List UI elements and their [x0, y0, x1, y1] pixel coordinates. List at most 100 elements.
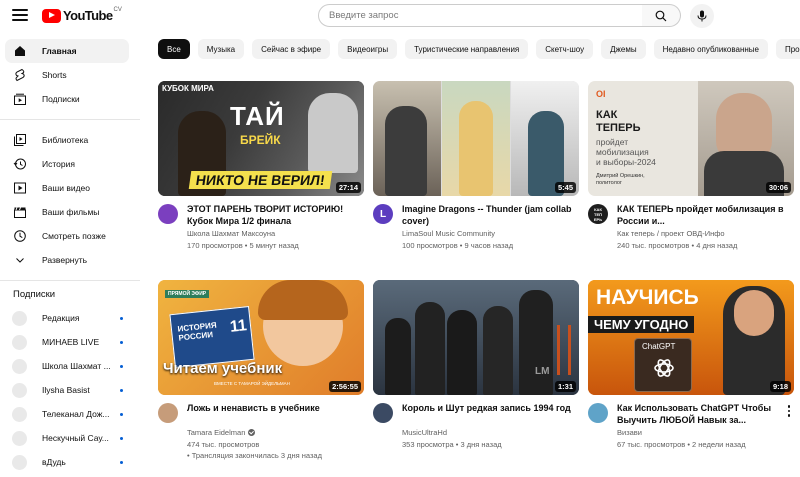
- video-title[interactable]: КАК ТЕПЕРЬ пройдет мобилизация в России …: [617, 203, 787, 227]
- youtube-play-icon: [42, 8, 61, 23]
- sidebar-item-shorts[interactable]: Shorts: [5, 63, 129, 87]
- new-content-dot: [120, 460, 123, 464]
- sidebar-item-label: Развернуть: [42, 255, 88, 265]
- sidebar-item-subscriptions[interactable]: Подписки: [5, 87, 129, 111]
- search-input[interactable]: [329, 10, 642, 21]
- channel-name-row[interactable]: Tamara Eidelman: [187, 428, 256, 437]
- channel-avatar[interactable]: [158, 204, 178, 224]
- video-info: Как Использовать ChatGPT Чтобы Выучить Л…: [588, 403, 794, 463]
- video-title[interactable]: Король и Шут редкая запись 1994 год: [402, 402, 572, 426]
- subscription-label: Школа Шахмат ...: [42, 361, 111, 371]
- new-content-dot: [120, 436, 123, 440]
- video-thumbnail[interactable]: КУБОК МИРА ТАЙ БРЕЙК НИКТО НЕ ВЕРИЛ! 27:…: [158, 81, 364, 196]
- chatgpt-label: ChatGPT: [642, 342, 676, 351]
- sidebar-item-watch-later[interactable]: Смотреть позже: [5, 224, 129, 248]
- thumbnail-line-1: КАК: [596, 109, 618, 121]
- chip-truncated[interactable]: Прос: [775, 39, 800, 59]
- textbook-number: 11: [229, 317, 248, 336]
- thumbnail-headline: Читаем учебник: [163, 360, 283, 377]
- more-options-icon[interactable]: [784, 403, 794, 419]
- thumbnail-watermark: LM: [535, 366, 550, 377]
- channel-avatar: [12, 358, 27, 374]
- subscription-label: Редакция: [42, 313, 80, 323]
- channel-name: Tamara Eidelman: [187, 428, 246, 437]
- logo-text: YouTube: [63, 8, 113, 23]
- video-meta: 474 тыс. просмотров: [187, 440, 260, 449]
- thumbnail-headline: НАУЧИСЬ: [596, 286, 699, 309]
- thumbnail-line-4: мобилизация: [596, 147, 649, 157]
- chip-music[interactable]: Музыка: [197, 39, 245, 59]
- hamburger-menu-icon[interactable]: [12, 9, 28, 23]
- channel-avatar: [12, 430, 27, 446]
- video-thumbnail[interactable]: OI КАК ТЕПЕРЬ пройдет мобилизация и выбо…: [588, 81, 794, 196]
- chip-travel[interactable]: Туристические направления: [405, 39, 529, 59]
- subscription-item[interactable]: Школа Шахмат ...: [5, 354, 129, 378]
- new-content-dot: [120, 412, 123, 416]
- top-bar: YouTube CV: [0, 0, 800, 32]
- sidebar-item-your-videos[interactable]: Ваши видео: [5, 176, 129, 200]
- channel-avatar: [12, 310, 27, 326]
- search-icon: [655, 10, 667, 21]
- host-hair: [258, 280, 348, 320]
- channel-name[interactable]: Школа Шахмат Максоуна: [187, 229, 275, 238]
- subscription-item[interactable]: Ilysha Basist: [5, 378, 129, 402]
- band-member-2: [415, 302, 445, 395]
- channel-avatar[interactable]: [158, 403, 178, 423]
- chip-all[interactable]: Все: [158, 39, 190, 59]
- shorts-icon: [13, 68, 27, 82]
- thumbnail-caption-top: КУБОК МИРА: [162, 84, 214, 93]
- channel-name[interactable]: LimaSoul Music Community: [402, 229, 495, 238]
- channel-name[interactable]: MusicUltraHd: [402, 428, 447, 437]
- video-thumbnail[interactable]: LM 1:31: [373, 280, 579, 395]
- subscription-item[interactable]: Нескучный Сау...: [5, 426, 129, 450]
- home-icon: [13, 44, 27, 58]
- chip-video-games[interactable]: Видеоигры: [338, 39, 398, 59]
- subscription-item[interactable]: Редакция: [5, 306, 129, 330]
- subscription-item[interactable]: вДудь: [5, 450, 129, 474]
- chip-jams[interactable]: Джемы: [601, 39, 646, 59]
- thumbnail-subheadline: БРЕЙК: [240, 133, 281, 147]
- channel-avatar: [12, 334, 27, 350]
- thumbnail-headline: ТАЙ: [230, 101, 285, 131]
- chip-sketch-comedy[interactable]: Скетч-шоу: [536, 39, 594, 59]
- logo-country-code: CV: [113, 6, 122, 13]
- sidebar-item-show-more[interactable]: Развернуть: [5, 248, 129, 272]
- video-thumbnail[interactable]: НАУЧИСЬ ЧЕМУ УГОДНО ChatGPT 9:18: [588, 280, 794, 395]
- video-title[interactable]: Imagine Dragons -- Thunder (jam collab c…: [402, 203, 572, 227]
- voice-search-button[interactable]: [690, 4, 714, 28]
- thumbnail-subcaption: ВМЕСТЕ С ТАМАРОЙ ЭЙДЕЛЬМАН: [214, 381, 290, 386]
- subscription-item[interactable]: МИНАЕВ LIVE: [5, 330, 129, 354]
- channel-avatar[interactable]: [373, 403, 393, 423]
- channel-avatar[interactable]: L: [373, 204, 393, 224]
- video-duration: 30:06: [765, 182, 791, 193]
- youtube-logo[interactable]: YouTube CV: [42, 6, 122, 23]
- channel-name[interactable]: Как теперь / проект ОВД-Инфо: [617, 229, 725, 238]
- video-title[interactable]: Как Использовать ChatGPT Чтобы Выучить Л…: [617, 402, 787, 426]
- subscription-item[interactable]: Телеканал Дож...: [5, 402, 129, 426]
- video-title[interactable]: ЭТОТ ПАРЕНЬ ТВОРИТ ИСТОРИЮ! Кубок Мира 1…: [187, 203, 357, 227]
- subscription-label: вДудь: [42, 457, 66, 467]
- sidebar-item-history[interactable]: История: [5, 152, 129, 176]
- band-member-1: [385, 318, 411, 395]
- video-duration: 2:56:55: [329, 381, 361, 392]
- sidebar-item-library[interactable]: Библиотека: [5, 128, 129, 152]
- sidebar-item-label: Смотреть позже: [42, 231, 106, 241]
- channel-avatar[interactable]: КАК ТЕП ЕРЬ: [588, 204, 608, 224]
- thumbnail-caption: Дмитрий Орешкин, политолог: [596, 173, 645, 186]
- band-member-4: [483, 306, 513, 395]
- video-thumbnail[interactable]: ПРЯМОЙ ЭФИР ИСТОРИЯ РОССИИ 11 Читаем уче…: [158, 280, 364, 395]
- video-duration: 1:31: [554, 381, 576, 392]
- search-button[interactable]: [642, 4, 681, 27]
- video-title[interactable]: Ложь и ненависть в учебнике: [187, 402, 357, 426]
- chip-recently-uploaded[interactable]: Недавно опубликованные: [653, 39, 768, 59]
- video-meta: 67 тыс. просмотров • 2 недели назад: [617, 440, 746, 449]
- channel-avatar[interactable]: [588, 403, 608, 423]
- subscription-label: Ilysha Basist: [42, 385, 90, 395]
- video-card: ПРЯМОЙ ЭФИР ИСТОРИЯ РОССИИ 11 Читаем уче…: [158, 280, 364, 463]
- channel-name[interactable]: Визави: [617, 428, 642, 437]
- chip-live[interactable]: Сейчас в эфире: [252, 39, 331, 59]
- sidebar-item-your-movies[interactable]: Ваши фильмы: [5, 200, 129, 224]
- guitarist-figure: [385, 106, 427, 196]
- sidebar-item-home[interactable]: Главная: [5, 39, 129, 63]
- video-thumbnail[interactable]: 5:45: [373, 81, 579, 196]
